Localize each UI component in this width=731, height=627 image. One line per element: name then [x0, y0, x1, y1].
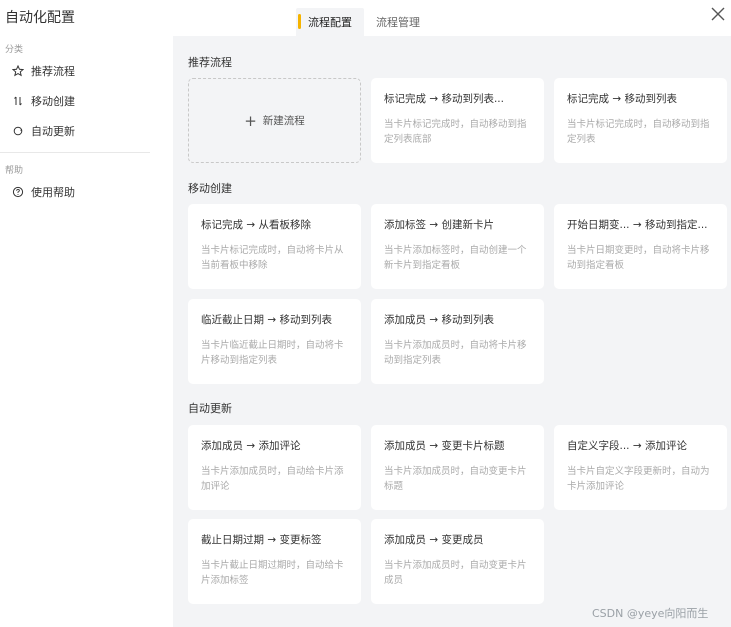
flow-card-desc: 当卡片标记完成时，自动移动到指定列表: [567, 119, 710, 145]
flow-card[interactable]: 添加成员 → 移动到列表 当卡片添加成员时，自动将卡片移动到指定列表: [371, 299, 544, 384]
sidebar-item-auto-update[interactable]: 自动更新: [0, 116, 160, 146]
flow-card-title: 自定义字段... → 添加评论: [567, 440, 687, 452]
sidebar: 分类 推荐流程 移动创建 自动更新 帮助 使用帮助: [0, 40, 160, 207]
flow-card-desc: 当卡片添加成员时，自动将卡片移动到指定列表: [384, 340, 527, 366]
sidebar-item-label: 自动更新: [31, 125, 75, 138]
flow-card-desc: 当卡片添加成员时，自动给卡片添加评论: [201, 466, 344, 492]
plus-icon: +: [244, 111, 257, 130]
star-icon: [12, 65, 24, 77]
watermark: CSDN @yeye向阳而生: [592, 607, 709, 620]
flow-card-desc: 当卡片自定义字段更新时，自动为卡片添加评论: [567, 466, 710, 492]
close-icon[interactable]: [711, 7, 727, 23]
arrows-updown-icon: [12, 95, 24, 107]
refresh-icon: [12, 125, 24, 137]
flow-card[interactable]: 截止日期过期 → 变更标签 当卡片截止日期过期时，自动给卡片添加标签: [188, 519, 361, 604]
flow-card[interactable]: 添加标签 → 创建新卡片 当卡片添加标签时，自动创建一个新卡片到指定看板: [371, 204, 544, 289]
flow-card-title: 添加成员 → 变更成员: [384, 534, 484, 546]
flow-card-desc: 当卡片截止日期过期时，自动给卡片添加标签: [201, 560, 344, 586]
flow-card-title: 标记完成 → 从看板移除: [201, 219, 311, 231]
tab-flow-manage[interactable]: 流程管理: [364, 8, 432, 36]
flow-card-desc: 当卡片添加成员时，自动变更卡片标题: [384, 466, 527, 492]
flow-card[interactable]: 自定义字段... → 添加评论 当卡片自定义字段更新时，自动为卡片添加评论: [554, 425, 727, 510]
flow-card[interactable]: 标记完成 → 移动到列表... 当卡片标记完成时，自动移动到指定列表底部: [371, 78, 544, 163]
flow-card[interactable]: 标记完成 → 移动到列表 当卡片标记完成时，自动移动到指定列表: [554, 78, 727, 163]
flow-card-title: 添加成员 → 添加评论: [201, 440, 301, 452]
sidebar-item-help[interactable]: 使用帮助: [0, 177, 160, 207]
flow-card-desc: 当卡片日期变更时，自动将卡片移动到指定看板: [567, 245, 710, 271]
flow-card[interactable]: 添加成员 → 添加评论 当卡片添加成员时，自动给卡片添加评论: [188, 425, 361, 510]
sidebar-divider: [0, 152, 150, 153]
sidebar-category-header: 分类: [5, 44, 24, 55]
section-title-move-create: 移动创建: [188, 182, 232, 195]
tab-flow-config[interactable]: 流程配置: [296, 8, 364, 36]
tab-bar: 流程配置 流程管理: [296, 8, 432, 36]
flow-card[interactable]: 添加成员 → 变更卡片标题 当卡片添加成员时，自动变更卡片标题: [371, 425, 544, 510]
flow-card-title: 添加成员 → 变更卡片标题: [384, 440, 505, 452]
sidebar-item-label: 推荐流程: [31, 65, 75, 78]
flow-card-title: 临近截止日期 → 移动到列表: [201, 314, 332, 326]
section-title-recommended: 推荐流程: [188, 56, 232, 69]
flow-card[interactable]: 临近截止日期 → 移动到列表 当卡片临近截止日期时，自动将卡片移动到指定列表: [188, 299, 361, 384]
flow-card-title: 截止日期过期 → 变更标签: [201, 534, 322, 546]
new-flow-button[interactable]: + 新建流程: [188, 78, 361, 163]
new-flow-label: 新建流程: [262, 115, 305, 127]
flow-card-title: 标记完成 → 移动到列表: [567, 93, 677, 105]
flow-card-desc: 当卡片标记完成时，自动将卡片从当前看板中移除: [201, 245, 344, 271]
flow-card-desc: 当卡片临近截止日期时，自动将卡片移动到指定列表: [201, 340, 344, 366]
sidebar-help-header: 帮助: [5, 165, 24, 176]
help-circle-icon: [12, 186, 24, 198]
flow-card-title: 标记完成 → 移动到列表...: [384, 93, 504, 105]
flow-card-title: 添加成员 → 移动到列表: [384, 314, 494, 326]
sidebar-item-recommended[interactable]: 推荐流程: [0, 56, 160, 86]
flow-card-desc: 当卡片添加标签时，自动创建一个新卡片到指定看板: [384, 245, 527, 271]
window-title: 自动化配置: [5, 10, 75, 26]
flow-card[interactable]: 添加成员 → 变更成员 当卡片添加成员时，自动变更卡片成员: [371, 519, 544, 604]
sidebar-item-move-create[interactable]: 移动创建: [0, 86, 160, 116]
section-title-auto-update: 自动更新: [188, 402, 232, 415]
main-panel: 推荐流程 + 新建流程 标记完成 → 移动到列表... 当卡片标记完成时，自动移…: [173, 36, 731, 627]
sidebar-item-label: 使用帮助: [31, 186, 75, 199]
flow-card[interactable]: 标记完成 → 从看板移除 当卡片标记完成时，自动将卡片从当前看板中移除: [188, 204, 361, 289]
flow-card-title: 开始日期变... → 移动到指定...: [567, 219, 708, 231]
flow-card-desc: 当卡片标记完成时，自动移动到指定列表底部: [384, 119, 527, 145]
flow-card[interactable]: 开始日期变... → 移动到指定... 当卡片日期变更时，自动将卡片移动到指定看…: [554, 204, 727, 289]
flow-card-title: 添加标签 → 创建新卡片: [384, 219, 494, 231]
sidebar-item-label: 移动创建: [31, 95, 75, 108]
flow-card-desc: 当卡片添加成员时，自动变更卡片成员: [384, 560, 527, 586]
